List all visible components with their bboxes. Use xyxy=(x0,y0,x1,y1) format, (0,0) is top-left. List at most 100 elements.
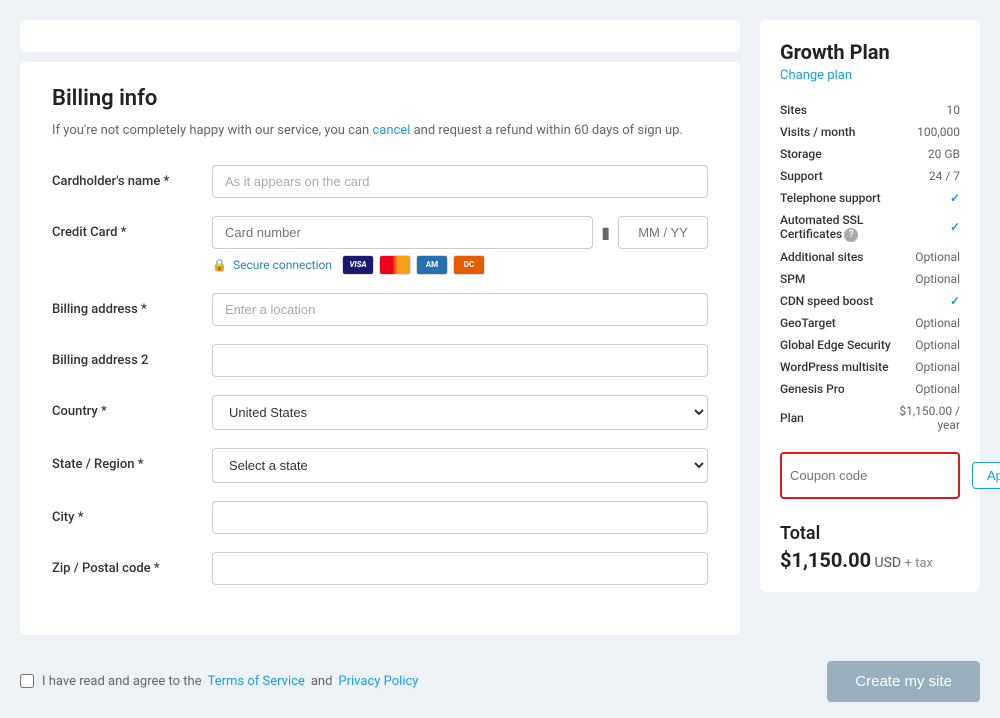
coupon-input[interactable] xyxy=(790,468,966,483)
plan-feature-name: SPM xyxy=(780,268,891,290)
plan-feature-row: Global Edge SecurityOptional xyxy=(780,334,960,356)
plan-feature-row: Genesis ProOptional xyxy=(780,378,960,400)
amex-logo: AM xyxy=(416,255,448,275)
plan-feature-name: Sites xyxy=(780,99,891,121)
card-logos: VISA AM DC xyxy=(342,255,485,275)
plan-feature-row: Visits / month100,000 xyxy=(780,121,960,143)
billing-title: Billing info xyxy=(52,86,708,111)
city-label: City * xyxy=(52,501,212,525)
cc-expiry-input[interactable] xyxy=(618,216,708,249)
lock-icon: 🔒 xyxy=(212,258,227,272)
create-site-button[interactable]: Create my site xyxy=(827,661,980,702)
plan-feature-value: Optional xyxy=(891,246,960,268)
state-field: Select a state California New York Texas xyxy=(212,448,708,483)
bottom-bar: I have read and agree to the Terms of Se… xyxy=(0,645,1000,718)
mastercard-logo xyxy=(379,255,411,275)
billing-subtitle: If you're not completely happy with our … xyxy=(52,121,708,141)
plan-feature-name: WordPress multisite xyxy=(780,356,891,378)
billing-card: Billing info If you're not completely ha… xyxy=(20,62,740,635)
cardholder-label: Cardholder's name * xyxy=(52,165,212,189)
zip-label: Zip / Postal code * xyxy=(52,552,212,576)
city-row: City * xyxy=(52,501,708,534)
terms-link[interactable]: Terms of Service xyxy=(208,674,305,689)
cardholder-row: Cardholder's name * xyxy=(52,165,708,198)
plan-feature-row: Sites10 xyxy=(780,99,960,121)
zip-input[interactable] xyxy=(212,552,708,585)
city-field xyxy=(212,501,708,534)
plan-feature-name: Support xyxy=(780,165,891,187)
plan-features-table: Sites10Visits / month100,000Storage20 GB… xyxy=(780,99,960,436)
terms-checkbox[interactable] xyxy=(20,674,34,688)
total-amount-row: $1,150.00 USD + tax xyxy=(780,548,960,572)
plan-title: Growth Plan xyxy=(780,40,960,64)
plan-feature-row: Support24 / 7 xyxy=(780,165,960,187)
credit-card-field: ▮ 🔒 Secure connection VISA AM DC xyxy=(212,216,708,275)
country-field: United States Canada United Kingdom xyxy=(212,395,708,430)
plan-feature-name: Plan xyxy=(780,400,891,436)
plan-feature-value: ✓ xyxy=(891,290,960,312)
terms-row: I have read and agree to the Terms of Se… xyxy=(20,674,418,689)
cc-number-input[interactable] xyxy=(212,216,593,249)
terms-prefix: I have read and agree to the xyxy=(42,674,202,689)
checkmark-icon: ✓ xyxy=(950,294,960,308)
plan-feature-name: CDN speed boost xyxy=(780,290,891,312)
cardholder-field xyxy=(212,165,708,198)
apply-button[interactable]: Apply xyxy=(972,462,1000,489)
country-row: Country * United States Canada United Ki… xyxy=(52,395,708,430)
checkmark-icon: ✓ xyxy=(950,220,960,234)
plan-feature-value: ✓ xyxy=(891,209,960,246)
total-section: Total $1,150.00 USD + tax xyxy=(780,515,960,572)
zip-field xyxy=(212,552,708,585)
plan-feature-value: Optional xyxy=(891,356,960,378)
cardholder-input[interactable] xyxy=(212,165,708,198)
plan-feature-value: 24 / 7 xyxy=(891,165,960,187)
privacy-link[interactable]: Privacy Policy xyxy=(338,674,418,689)
plan-feature-value: $1,150.00 / year xyxy=(891,400,960,436)
secure-connection-row: 🔒 Secure connection VISA AM DC xyxy=(212,255,708,275)
billing-address2-input[interactable] xyxy=(212,344,708,377)
plan-feature-row: Storage20 GB xyxy=(780,143,960,165)
right-column: Growth Plan Change plan Sites10Visits / … xyxy=(760,20,980,635)
plan-feature-value: Optional xyxy=(891,268,960,290)
billing-address2-label: Billing address 2 xyxy=(52,344,212,368)
discover-logo: DC xyxy=(453,255,485,275)
country-label: Country * xyxy=(52,395,212,419)
plan-feature-row: WordPress multisiteOptional xyxy=(780,356,960,378)
plan-card: Growth Plan Change plan Sites10Visits / … xyxy=(760,20,980,592)
country-select[interactable]: United States Canada United Kingdom xyxy=(212,395,708,430)
plan-feature-name: Automated SSL Certificates? xyxy=(780,209,891,246)
plan-feature-name: GeoTarget xyxy=(780,312,891,334)
info-icon[interactable]: ? xyxy=(844,228,858,242)
plan-feature-name: Visits / month xyxy=(780,121,891,143)
state-select[interactable]: Select a state California New York Texas xyxy=(212,448,708,483)
cancel-link[interactable]: cancel xyxy=(372,123,410,138)
total-label: Total xyxy=(780,523,960,544)
checkmark-icon: ✓ xyxy=(950,191,960,205)
total-tax: + tax xyxy=(905,556,933,571)
billing-address-row: Billing address * xyxy=(52,293,708,326)
billing-address2-field xyxy=(212,344,708,377)
credit-card-row: Credit Card * ▮ 🔒 Secure connection VISA xyxy=(52,216,708,275)
plan-feature-name: Additional sites xyxy=(780,246,891,268)
state-label: State / Region * xyxy=(52,448,212,472)
billing-address-input[interactable] xyxy=(212,293,708,326)
plan-feature-name: Global Edge Security xyxy=(780,334,891,356)
plan-feature-row: GeoTargetOptional xyxy=(780,312,960,334)
change-plan-link[interactable]: Change plan xyxy=(780,68,960,83)
total-currency: USD xyxy=(875,555,905,571)
plan-feature-value: 10 xyxy=(891,99,960,121)
plan-feature-name: Telephone support xyxy=(780,187,891,209)
plan-feature-value: ✓ xyxy=(891,187,960,209)
billing-address-field xyxy=(212,293,708,326)
visa-logo: VISA xyxy=(342,255,374,275)
credit-card-label: Credit Card * xyxy=(52,216,212,240)
plan-feature-name: Genesis Pro xyxy=(780,378,891,400)
city-input[interactable] xyxy=(212,501,708,534)
plan-feature-value: Optional xyxy=(891,334,960,356)
plan-feature-row: SPMOptional xyxy=(780,268,960,290)
plan-feature-row: Plan$1,150.00 / year xyxy=(780,400,960,436)
state-row: State / Region * Select a state Californ… xyxy=(52,448,708,483)
billing-address-label: Billing address * xyxy=(52,293,212,317)
plan-feature-value: 100,000 xyxy=(891,121,960,143)
secure-connection-label: Secure connection xyxy=(233,258,332,272)
